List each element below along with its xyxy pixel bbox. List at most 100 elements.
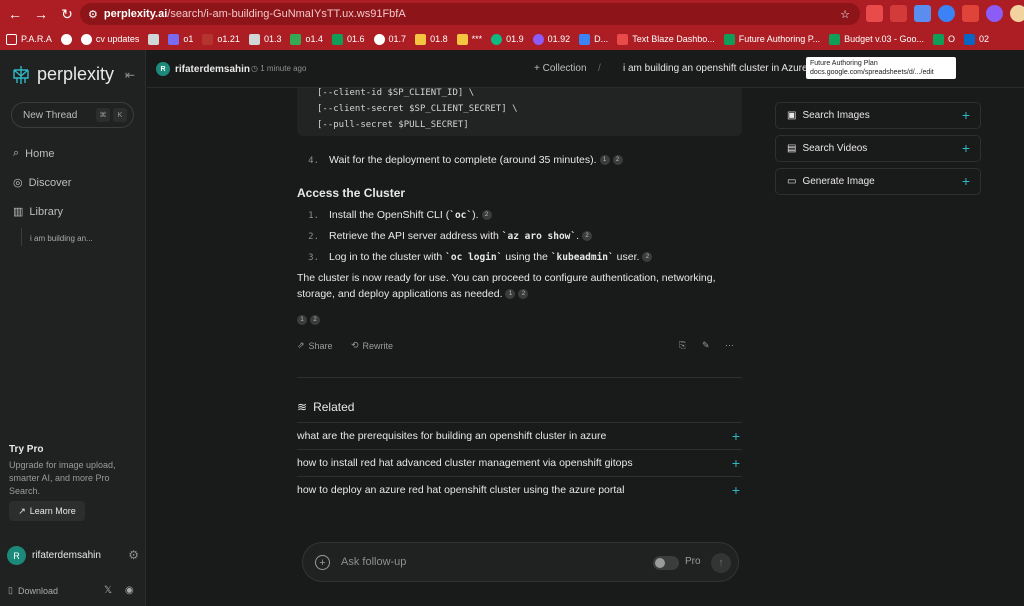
plus-icon[interactable]: + xyxy=(732,428,740,444)
avatar: R xyxy=(156,62,170,76)
more-icon[interactable]: ⋯ xyxy=(725,340,734,351)
bookmark[interactable]: 01.6 xyxy=(332,33,365,45)
discord-icon[interactable]: ◉ xyxy=(125,585,134,596)
citation-badge[interactable]: 2 xyxy=(582,231,593,242)
plus-icon[interactable]: + xyxy=(962,173,970,189)
citation-badge[interactable]: 2 xyxy=(642,252,653,263)
bookmark-tooltip: Future Authoring Plan docs.google.com/sp… xyxy=(806,57,956,79)
generate-image-button[interactable]: ▭ Generate Image + xyxy=(775,168,981,195)
bookmark[interactable]: *** xyxy=(456,33,482,45)
bookmark[interactable]: 01.7 xyxy=(373,33,406,45)
divider xyxy=(297,377,742,378)
extensions xyxy=(866,5,1024,22)
bookmark[interactable]: 01.3 xyxy=(248,33,281,45)
add-collection-button[interactable]: + Collection xyxy=(534,63,587,74)
bookmark[interactable]: o1.21 xyxy=(202,33,240,45)
bookmark[interactable]: 01.92 xyxy=(532,33,570,45)
citation-badge[interactable]: 2 xyxy=(518,289,529,300)
share-button[interactable]: ⇗ Share xyxy=(297,340,333,351)
extension-icon[interactable] xyxy=(866,5,883,22)
rewrite-button[interactable]: ⟲ Rewrite xyxy=(351,340,393,351)
gear-icon[interactable]: ⚙ xyxy=(128,548,139,562)
kbd-cmd: ⌘ xyxy=(96,108,110,122)
attach-plus-icon[interactable]: + xyxy=(315,555,330,570)
citation-badge[interactable]: 1 xyxy=(599,155,610,166)
bookmark[interactable]: Future Authoring P... xyxy=(723,33,820,45)
back-icon[interactable]: ← xyxy=(4,3,26,25)
sources-row: 12 xyxy=(297,312,747,328)
pro-toggle[interactable] xyxy=(653,556,679,570)
bookmark[interactable]: cv updates xyxy=(80,33,139,45)
user-profile[interactable]: R rifaterdemsahin ⚙ xyxy=(7,546,139,565)
bookmark[interactable]: 01.9 xyxy=(491,33,524,45)
library-thread-item[interactable]: i am building an... xyxy=(30,234,93,243)
bookmark[interactable] xyxy=(148,33,160,45)
bookmark[interactable]: O xyxy=(933,33,955,45)
related-question[interactable]: how to install red hat advanced cluster … xyxy=(297,449,742,476)
citation-badge[interactable]: 1 xyxy=(297,315,307,326)
new-thread-button[interactable]: New Thread ⌘ K xyxy=(11,102,134,128)
bookmark-star-icon[interactable]: ☆ xyxy=(840,8,850,21)
library-divider xyxy=(21,228,22,246)
download-link[interactable]: Download xyxy=(18,586,58,596)
list-item: 4. Wait for the deployment to complete (a… xyxy=(297,152,747,169)
copy-icon[interactable]: ⎘ xyxy=(679,340,686,351)
search-videos-button[interactable]: ▤ Search Videos + xyxy=(775,135,981,162)
image-icon: ▣ xyxy=(787,110,797,121)
citation-badge[interactable]: 2 xyxy=(481,210,492,221)
extension-icon[interactable] xyxy=(938,5,955,22)
extension-icon[interactable] xyxy=(962,5,979,22)
collapse-sidebar-icon[interactable]: ⇤ xyxy=(125,68,135,82)
citation-badge[interactable]: 2 xyxy=(612,155,623,166)
plus-icon[interactable]: + xyxy=(962,107,970,123)
nav-discover[interactable]: ◎ Discover xyxy=(13,176,71,190)
edit-icon[interactable]: ✎ xyxy=(702,340,710,351)
plus-icon[interactable]: + xyxy=(962,140,970,156)
follow-up-box: + Ask follow-up Pro ↑ xyxy=(302,542,739,582)
library-icon: ▥ xyxy=(13,206,24,218)
citation-badge[interactable]: 1 xyxy=(505,289,516,300)
url-host: perplexity.ai xyxy=(103,8,168,20)
bookmark[interactable]: D... xyxy=(579,33,608,45)
extension-icon[interactable] xyxy=(890,5,907,22)
bookmark[interactable] xyxy=(60,33,72,45)
bookmark-folder[interactable]: P.A.R.A xyxy=(6,33,52,45)
video-icon: ▤ xyxy=(787,143,797,154)
thread-timestamp: ◷ 1 minute ago xyxy=(251,64,307,73)
reload-icon[interactable]: ↻ xyxy=(56,3,78,25)
plus-icon[interactable]: + xyxy=(732,455,740,471)
follow-up-input[interactable]: Ask follow-up xyxy=(341,556,406,568)
download-icon: ▯ xyxy=(8,585,13,595)
bookmark[interactable]: o1 xyxy=(168,33,193,45)
nav-home[interactable]: ⌕ Home xyxy=(13,147,55,160)
related-question[interactable]: how to deploy an azure red hat openshift… xyxy=(297,476,742,503)
send-arrow-icon[interactable]: ↑ xyxy=(711,553,731,573)
list-item: 2. Retrieve the API server address with `… xyxy=(297,228,747,245)
x-icon[interactable]: 𝕏 xyxy=(104,585,112,596)
list-number: 1. xyxy=(308,211,319,221)
related-question[interactable]: what are the prerequisites for building … xyxy=(297,422,742,449)
bookmark[interactable]: 01.8 xyxy=(415,33,448,45)
related-heading: ≋ Related xyxy=(297,400,355,414)
kbd-k: K xyxy=(113,108,127,122)
plus-icon[interactable]: + xyxy=(732,482,740,498)
extension-icon[interactable] xyxy=(986,5,1003,22)
address-bar[interactable]: ⚙ perplexity.ai/search/i-am-building-GuN… xyxy=(80,3,860,25)
bookmark[interactable]: 02 xyxy=(964,33,989,45)
bookmark[interactable]: Text Blaze Dashbo... xyxy=(617,33,715,45)
sidebar: perplexity ⇤ New Thread ⌘ K ⌕ Home ◎ Discov… xyxy=(0,50,146,606)
profile-avatar[interactable] xyxy=(1010,5,1024,22)
learn-more-button[interactable]: ↗ Learn More xyxy=(9,501,85,521)
citation-badge[interactable]: 2 xyxy=(310,315,320,326)
pro-label: Pro xyxy=(685,556,701,567)
search-images-button[interactable]: ▣ Search Images + xyxy=(775,102,981,129)
bookmark[interactable]: o1.4 xyxy=(290,33,323,45)
forward-icon[interactable]: → xyxy=(30,3,52,25)
share-icon: ⇗ xyxy=(297,340,305,350)
site-info-icon[interactable]: ⚙ xyxy=(88,8,98,21)
extension-icon[interactable] xyxy=(914,5,931,22)
clock-icon: ◷ xyxy=(251,64,261,73)
perplexity-logo[interactable]: perplexity xyxy=(12,64,114,85)
nav-library[interactable]: ▥ Library xyxy=(13,205,63,219)
bookmark[interactable]: Budget v.03 - Goo... xyxy=(829,33,924,45)
